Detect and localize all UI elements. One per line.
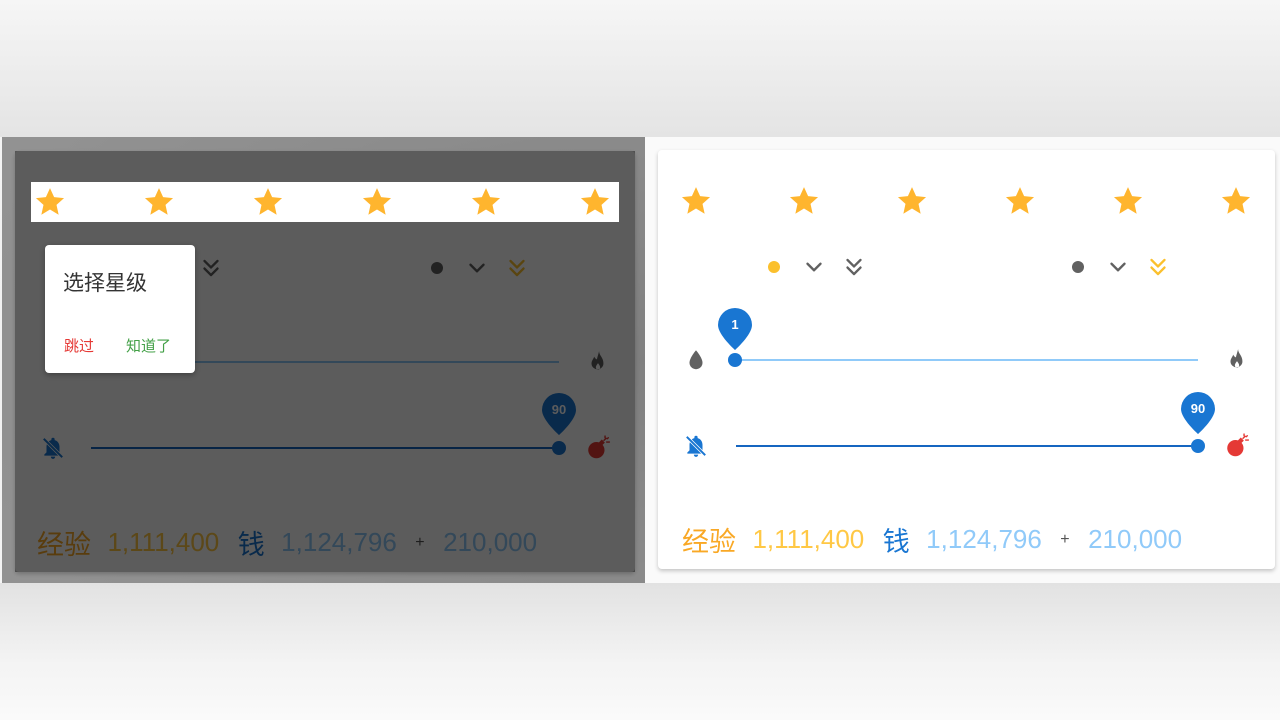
slider-thumb-large[interactable] <box>552 441 566 455</box>
dot-icon[interactable] <box>768 261 780 273</box>
double-chevron-down-icon[interactable] <box>504 255 530 281</box>
stats-row: 经验 1,111,400 钱 1,124,796 + 210,000 <box>37 523 537 562</box>
settings-card: 1 90 经验 1,111,400 钱 1,124,796 + 210,000 <box>658 150 1275 569</box>
slider-track-large[interactable] <box>91 447 559 449</box>
slider-value-label: 1 <box>731 317 739 332</box>
money-value: 1,124,796 <box>281 527 397 557</box>
slider-thumb-large[interactable] <box>1191 439 1205 453</box>
star-icon[interactable] <box>251 185 285 219</box>
plus-sign: + <box>1060 530 1070 548</box>
fire-icon <box>1224 347 1250 373</box>
slider-value-label: 90 <box>1190 401 1206 416</box>
water-drop-icon <box>683 347 709 373</box>
popover-title: 选择星级 <box>63 271 147 295</box>
chevron-down-icon[interactable] <box>1105 254 1131 280</box>
slider-track-large[interactable] <box>736 445 1198 447</box>
star-icon[interactable] <box>578 185 612 219</box>
exp-value: 1,111,400 <box>107 527 220 557</box>
money-label: 钱 <box>882 527 910 558</box>
star-icon[interactable] <box>1219 184 1253 218</box>
star-icon[interactable] <box>895 184 929 218</box>
dot-icon[interactable] <box>1072 261 1084 273</box>
got-it-button[interactable]: 知道了 <box>126 335 171 356</box>
bonus-value: 210,000 <box>1088 524 1183 554</box>
star-rating-row[interactable] <box>677 181 1267 221</box>
backdrop-bottom <box>0 583 1280 720</box>
stats-row: 经验 1,111,400 钱 1,124,796 + 210,000 <box>682 520 1182 559</box>
star-icon[interactable] <box>1003 184 1037 218</box>
double-chevron-down-icon[interactable] <box>198 255 224 281</box>
double-chevron-down-icon[interactable] <box>841 254 867 280</box>
exp-label: 经验 <box>37 530 91 561</box>
star-icon[interactable] <box>1111 184 1145 218</box>
no-bell-icon <box>40 435 66 461</box>
exp-value: 1,111,400 <box>752 524 865 554</box>
star-icon[interactable] <box>469 185 503 219</box>
chevron-down-icon[interactable] <box>801 254 827 280</box>
exp-label: 经验 <box>682 527 736 558</box>
bonus-value: 210,000 <box>443 527 538 557</box>
no-bell-icon <box>683 433 709 459</box>
slider-track-small[interactable] <box>736 359 1198 361</box>
backdrop-top <box>0 0 1280 137</box>
money-label: 钱 <box>237 530 265 561</box>
star-icon[interactable] <box>679 184 713 218</box>
star-icon[interactable] <box>787 184 821 218</box>
tutorial-popover: 选择星级 跳过 知道了 <box>45 245 195 373</box>
skip-button[interactable]: 跳过 <box>64 335 94 356</box>
bomb-icon <box>585 435 611 461</box>
fire-icon <box>585 349 611 375</box>
bomb-icon <box>1224 433 1250 459</box>
tutorial-panel: 90 经验 1,111,400 钱 1,124,796 + 210,000 选择… <box>2 137 645 583</box>
chevron-down-icon[interactable] <box>464 255 490 281</box>
star-icon[interactable] <box>33 185 67 219</box>
plus-sign: + <box>415 533 425 551</box>
dot-icon[interactable] <box>431 262 443 274</box>
normal-panel: 1 90 经验 1,111,400 钱 1,124,796 + 210,000 <box>645 137 1280 583</box>
slider-thumb-small[interactable] <box>728 353 742 367</box>
money-value: 1,124,796 <box>926 524 1042 554</box>
star-icon[interactable] <box>360 185 394 219</box>
star-icon[interactable] <box>142 185 176 219</box>
star-rating-row[interactable] <box>31 182 619 222</box>
slider-value-label: 90 <box>551 402 567 417</box>
settings-card: 90 经验 1,111,400 钱 1,124,796 + 210,000 选择… <box>15 151 635 572</box>
double-chevron-down-icon[interactable] <box>1145 254 1171 280</box>
